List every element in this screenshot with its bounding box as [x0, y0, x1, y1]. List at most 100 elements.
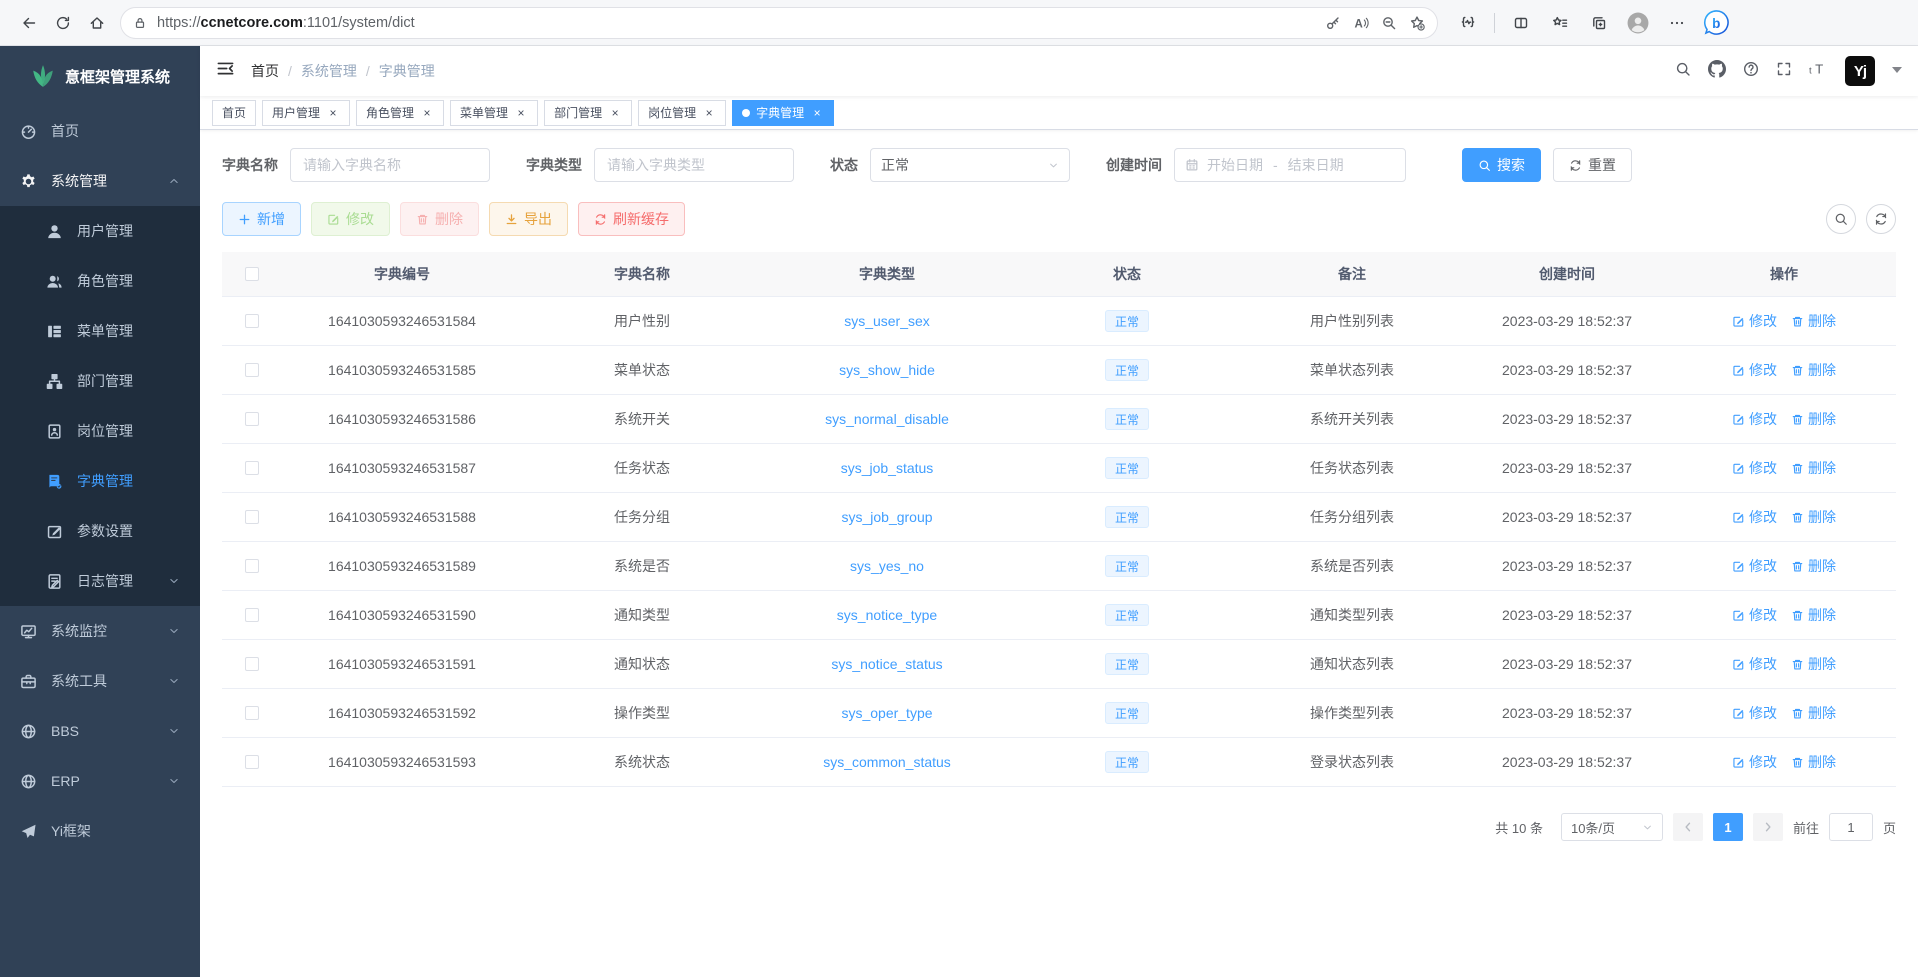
header-search-button[interactable]: [1675, 61, 1691, 82]
delete-button[interactable]: 删除: [400, 202, 479, 236]
row-checkbox[interactable]: [245, 755, 259, 769]
favorites-button[interactable]: [1544, 7, 1576, 39]
breadcrumb-home[interactable]: 首页: [251, 61, 279, 81]
sidebar-toggle-button[interactable]: [216, 59, 235, 84]
browser-settings-button[interactable]: [1661, 7, 1693, 39]
row-delete-link[interactable]: 删除: [1791, 703, 1836, 723]
tab-close-icon[interactable]: ×: [608, 106, 622, 120]
status-select[interactable]: 正常: [870, 148, 1070, 182]
sidebar-item-post-mgmt[interactable]: 岗位管理: [0, 406, 200, 456]
row-delete-link[interactable]: 删除: [1791, 654, 1836, 674]
tab-首页[interactable]: 首页: [212, 100, 256, 126]
browser-profile-button[interactable]: [1622, 7, 1654, 39]
tab-菜单管理[interactable]: 菜单管理×: [450, 100, 538, 126]
tab-岗位管理[interactable]: 岗位管理×: [638, 100, 726, 126]
read-aloud-button[interactable]: A: [1347, 9, 1375, 37]
row-delete-link[interactable]: 删除: [1791, 360, 1836, 380]
tab-用户管理[interactable]: 用户管理×: [262, 100, 350, 126]
dict-type-link[interactable]: sys_notice_status: [831, 656, 942, 672]
sidebar-item-erp[interactable]: ERP: [0, 756, 200, 806]
tab-close-icon[interactable]: ×: [514, 106, 528, 120]
sidebar-item-dept-mgmt[interactable]: 部门管理: [0, 356, 200, 406]
sidebar-item-param-settings[interactable]: 参数设置: [0, 506, 200, 556]
bing-chat-button[interactable]: b: [1700, 7, 1732, 39]
row-edit-link[interactable]: 修改: [1732, 703, 1777, 723]
refresh-table-button[interactable]: [1866, 204, 1896, 234]
sidebar-item-role-mgmt[interactable]: 角色管理: [0, 256, 200, 306]
toggle-search-button[interactable]: [1826, 204, 1856, 234]
row-edit-link[interactable]: 修改: [1732, 556, 1777, 576]
tab-角色管理[interactable]: 角色管理×: [356, 100, 444, 126]
dict-type-link[interactable]: sys_common_status: [823, 754, 951, 770]
row-delete-link[interactable]: 删除: [1791, 752, 1836, 772]
reset-button[interactable]: 重置: [1553, 148, 1632, 182]
tab-close-icon[interactable]: ×: [810, 106, 824, 120]
row-checkbox[interactable]: [245, 461, 259, 475]
row-edit-link[interactable]: 修改: [1732, 409, 1777, 429]
add-favorite-button[interactable]: [1403, 9, 1431, 37]
user-menu-caret-icon[interactable]: [1892, 65, 1902, 78]
sidebar-item-user-mgmt[interactable]: 用户管理: [0, 206, 200, 256]
app-logo[interactable]: 意框架管理系统: [0, 46, 200, 106]
row-edit-link[interactable]: 修改: [1732, 654, 1777, 674]
browser-home-button[interactable]: [80, 6, 114, 40]
font-size-button[interactable]: tT: [1809, 59, 1828, 83]
password-manager-button[interactable]: [1319, 9, 1347, 37]
sidebar-item-yi-framework[interactable]: Yi框架: [0, 806, 200, 856]
row-edit-link[interactable]: 修改: [1732, 752, 1777, 772]
dict-type-link[interactable]: sys_notice_type: [837, 607, 937, 623]
row-delete-link[interactable]: 删除: [1791, 458, 1836, 478]
sidebar-item-log-mgmt[interactable]: 日志管理: [0, 556, 200, 606]
row-edit-link[interactable]: 修改: [1732, 458, 1777, 478]
page-size-select[interactable]: 10条/页: [1561, 813, 1663, 841]
sidebar-item-menu-mgmt[interactable]: 菜单管理: [0, 306, 200, 356]
dict-type-link[interactable]: sys_job_status: [841, 460, 934, 476]
row-edit-link[interactable]: 修改: [1732, 507, 1777, 527]
select-all-checkbox[interactable]: [245, 267, 259, 281]
user-avatar[interactable]: Yj: [1845, 56, 1875, 86]
dict-type-link[interactable]: sys_oper_type: [841, 705, 932, 721]
export-button[interactable]: 导出: [489, 202, 568, 236]
row-checkbox[interactable]: [245, 706, 259, 720]
help-button[interactable]: [1743, 61, 1759, 82]
sidebar-item-home[interactable]: 首页: [0, 106, 200, 156]
row-checkbox[interactable]: [245, 412, 259, 426]
split-screen-button[interactable]: [1505, 7, 1537, 39]
add-button[interactable]: 新增: [222, 202, 301, 236]
row-delete-link[interactable]: 删除: [1791, 311, 1836, 331]
sidebar-item-system-mgmt[interactable]: 系统管理: [0, 156, 200, 206]
browser-refresh-button[interactable]: [46, 6, 80, 40]
fullscreen-button[interactable]: [1776, 61, 1792, 82]
github-link[interactable]: [1708, 60, 1726, 83]
row-checkbox[interactable]: [245, 314, 259, 328]
zoom-out-button[interactable]: [1375, 9, 1403, 37]
page-1-button[interactable]: 1: [1713, 813, 1743, 841]
prev-page-button[interactable]: [1673, 813, 1703, 841]
dict-type-link[interactable]: sys_show_hide: [839, 362, 935, 378]
sidebar-item-system-tools[interactable]: 系统工具: [0, 656, 200, 706]
row-edit-link[interactable]: 修改: [1732, 605, 1777, 625]
row-delete-link[interactable]: 删除: [1791, 507, 1836, 527]
row-delete-link[interactable]: 删除: [1791, 409, 1836, 429]
tab-部门管理[interactable]: 部门管理×: [544, 100, 632, 126]
dict-type-link[interactable]: sys_normal_disable: [825, 411, 949, 427]
row-checkbox[interactable]: [245, 559, 259, 573]
refresh-cache-button[interactable]: 刷新缓存: [578, 202, 685, 236]
dict-type-link[interactable]: sys_yes_no: [850, 558, 924, 574]
sidebar-item-dict-mgmt[interactable]: 字典管理: [0, 456, 200, 506]
sidebar-item-bbs[interactable]: BBS: [0, 706, 200, 756]
collections-button[interactable]: [1583, 7, 1615, 39]
tab-close-icon[interactable]: ×: [420, 106, 434, 120]
dict-type-link[interactable]: sys_job_group: [841, 509, 932, 525]
row-delete-link[interactable]: 删除: [1791, 556, 1836, 576]
browser-essentials-button[interactable]: [1452, 7, 1484, 39]
dict-type-input[interactable]: [594, 148, 794, 182]
row-checkbox[interactable]: [245, 510, 259, 524]
search-button[interactable]: 搜索: [1462, 148, 1541, 182]
dict-type-link[interactable]: sys_user_sex: [844, 313, 930, 329]
row-edit-link[interactable]: 修改: [1732, 311, 1777, 331]
tab-字典管理[interactable]: 字典管理×: [732, 100, 834, 126]
tab-close-icon[interactable]: ×: [702, 106, 716, 120]
dict-name-input[interactable]: [290, 148, 490, 182]
sidebar-item-system-monitor[interactable]: 系统监控: [0, 606, 200, 656]
